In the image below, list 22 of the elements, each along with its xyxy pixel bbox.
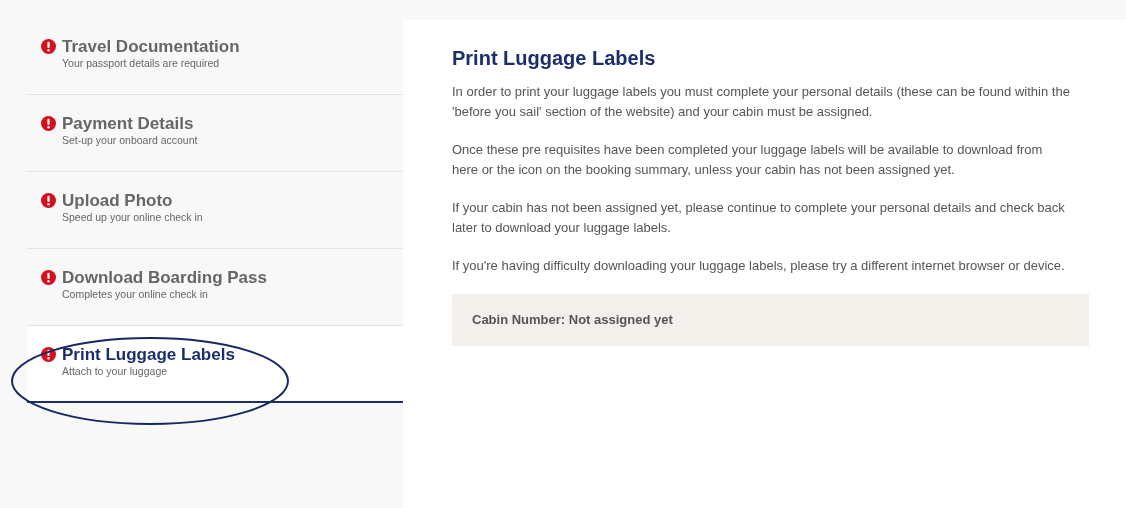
info-paragraph: If your cabin has not been assigned yet, please continue to complete your personal details and check back later to download your luggage labels. — [452, 199, 1066, 237]
alert-icon — [41, 270, 56, 285]
alert-icon — [41, 116, 56, 131]
info-paragraph: Once these pre requisites have been completed your luggage labels will be available to download from here or the icon on the booking summary, unless your cabin has not been assigned yet. — [452, 141, 1044, 179]
step-title: Travel Documentation — [62, 37, 240, 57]
cabin-status-box: Cabin Number: Not assigned yet — [452, 294, 1089, 346]
info-paragraph: In order to print your luggage labels you must complete your personal details (these can be found within the 'before you sail' section of the website) and your cabin must be assigned. — [452, 83, 1071, 121]
step-subtitle: Speed up your online check in — [62, 211, 203, 224]
alert-icon — [41, 193, 56, 208]
step-subtitle: Your passport details are required — [62, 57, 221, 70]
step-title: Print Luggage Labels — [62, 345, 235, 365]
alert-icon — [41, 39, 56, 54]
step-title: Upload Photo — [62, 191, 174, 211]
step-title: Payment Details — [62, 114, 195, 134]
step-title: Download Boarding Pass — [62, 268, 267, 288]
info-paragraph: If you're having difficulty downloading your luggage labels, please try a different internet browser or device. — [452, 257, 1066, 275]
step-subtitle: Attach to your luggage — [62, 365, 169, 378]
step-item[interactable]: Print Luggage Labels Attach to your luggage — [27, 326, 403, 403]
step-subtitle: Set-up your onboard account — [62, 134, 198, 147]
alert-icon — [41, 347, 56, 362]
step-subtitle: Completes your online check in — [62, 288, 209, 301]
panel-heading: Print Luggage Labels — [452, 46, 657, 71]
